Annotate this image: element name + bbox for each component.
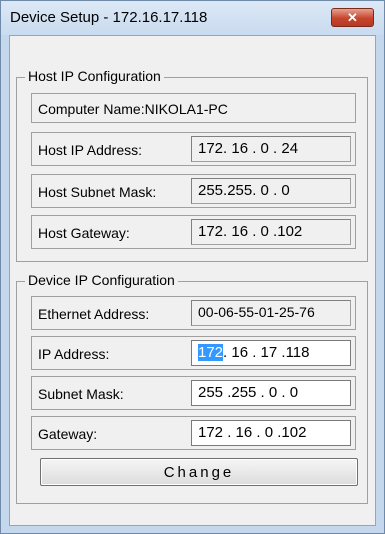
ip-address-input[interactable]: 172. 16 . 17 .118 bbox=[191, 340, 351, 366]
gateway-label: Gateway: bbox=[38, 426, 98, 442]
host-ip-field: 172. 16 . 0 . 24 bbox=[191, 136, 351, 162]
ip-address-rest[interactable]: . 16 . 17 .118 bbox=[223, 344, 309, 361]
subnet-mask-input[interactable]: 255 .255 . 0 . 0 bbox=[191, 380, 351, 406]
subnet-mask-row: Subnet Mask: 255 .255 . 0 . 0 bbox=[31, 376, 356, 410]
ip-address-label: IP Address: bbox=[38, 346, 110, 362]
change-button-label: Change bbox=[163, 463, 235, 481]
ip-address-selected-octet[interactable]: 172 bbox=[198, 344, 224, 361]
device-ip-group-title: Device IP Configuration bbox=[25, 272, 178, 288]
change-button[interactable]: Change bbox=[40, 458, 358, 486]
title-bar[interactable]: Device Setup - 172.16.17.118 ✕ bbox=[1, 1, 384, 35]
host-ip-label: Host IP Address: bbox=[38, 142, 143, 158]
computer-name-text: Computer Name:NIKOLA1-PC bbox=[38, 101, 228, 117]
host-ip-group-title: Host IP Configuration bbox=[25, 68, 164, 84]
close-icon: ✕ bbox=[347, 9, 358, 25]
host-gateway-field: 172. 16 . 0 .102 bbox=[191, 219, 351, 245]
host-subnet-field: 255.255. 0 . 0 bbox=[191, 178, 351, 204]
gateway-input[interactable]: 172 . 16 . 0 .102 bbox=[191, 420, 351, 446]
host-gateway-value: 172. 16 . 0 .102 bbox=[198, 223, 303, 240]
ethernet-field: 00-06-55-01-25-76 bbox=[191, 300, 351, 326]
host-gateway-row: Host Gateway: 172. 16 . 0 .102 bbox=[31, 215, 356, 249]
host-gateway-label: Host Gateway: bbox=[38, 225, 130, 241]
host-ip-row: Host IP Address: 172. 16 . 0 . 24 bbox=[31, 132, 356, 166]
subnet-mask-value[interactable]: 255 .255 . 0 . 0 bbox=[198, 384, 298, 401]
device-setup-window: Device Setup - 172.16.17.118 ✕ Host IP C… bbox=[0, 0, 385, 534]
ip-address-row: IP Address: 172. 16 . 17 .118 bbox=[31, 336, 356, 370]
host-ip-value: 172. 16 . 0 . 24 bbox=[198, 140, 299, 157]
window-title: Device Setup - 172.16.17.118 bbox=[10, 9, 208, 26]
ethernet-value: 00-06-55-01-25-76 bbox=[198, 304, 315, 320]
dialog-client-area: Host IP Configuration Computer Name:NIKO… bbox=[9, 35, 376, 526]
host-subnet-value: 255.255. 0 . 0 bbox=[198, 182, 290, 199]
host-subnet-label: Host Subnet Mask: bbox=[38, 184, 157, 200]
gateway-value[interactable]: 172 . 16 . 0 .102 bbox=[198, 424, 306, 441]
ethernet-label: Ethernet Address: bbox=[38, 306, 150, 322]
close-button[interactable]: ✕ bbox=[331, 8, 374, 27]
gateway-row: Gateway: 172 . 16 . 0 .102 bbox=[31, 416, 356, 450]
host-ip-groupbox: Host IP Configuration Computer Name:NIKO… bbox=[16, 68, 368, 262]
subnet-mask-label: Subnet Mask: bbox=[38, 386, 124, 402]
ethernet-row: Ethernet Address: 00-06-55-01-25-76 bbox=[31, 296, 356, 330]
computer-name-panel: Computer Name:NIKOLA1-PC bbox=[31, 93, 356, 123]
host-subnet-row: Host Subnet Mask: 255.255. 0 . 0 bbox=[31, 174, 356, 208]
